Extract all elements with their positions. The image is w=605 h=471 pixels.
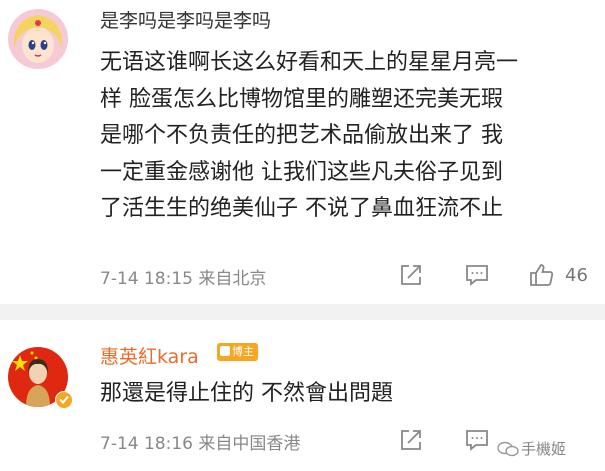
wechat-icon (497, 441, 519, 457)
comment-line: 样 脸蛋怎么比博物馆里的雕塑还完美无瑕 (100, 86, 503, 112)
username[interactable]: 惠英紅kara (100, 342, 199, 369)
comment-text: 那還是得止住的 不然會出問題 (100, 378, 590, 410)
comment-button[interactable] (463, 261, 491, 289)
share-icon (401, 430, 421, 450)
comment-line: 那還是得止住的 不然會出問題 (100, 381, 393, 406)
username[interactable]: 是李吗是李吗是李吗 (100, 6, 271, 33)
verified-icon (55, 391, 73, 409)
share-button[interactable] (397, 426, 425, 454)
comment-icon (466, 430, 488, 451)
watermark: 手機姬 (497, 437, 566, 461)
comment-item: 是李吗是李吗是李吗 无语这谁啊长这么好看和天上的星星月亮一 样 脸蛋怎么比博物馆… (0, 0, 605, 304)
comment-button[interactable] (463, 426, 491, 454)
share-icon (401, 265, 421, 285)
blogger-badge: 博主 (217, 343, 258, 361)
like-count: 46 (565, 265, 588, 286)
comment-meta: 7-14 18:16 来自中国香港 (100, 434, 301, 454)
comment-text: 无语这谁啊长这么好看和天上的星星月亮一 样 脸蛋怎么比博物馆里的雕塑还完美无瑕 … (100, 45, 590, 228)
comment-line: 无语这谁啊长这么好看和天上的星星月亮一 (100, 50, 519, 75)
comment-item: 惠英紅kara 博主 那還是得止住的 不然會出問題 7-14 18:16 来自中… (0, 320, 605, 471)
comment-icon (466, 265, 488, 286)
comment-divider (0, 304, 605, 320)
comment-meta: 7-14 18:15 来自北京 (100, 269, 267, 289)
avatar[interactable] (8, 9, 68, 69)
like-icon (530, 264, 554, 286)
comment-line: 是哪个不负责任的把艺术品偷放出来了 我 (100, 123, 503, 148)
comment-line: 了活生生的绝美仙子 不说了鼻血狂流不止 (100, 196, 503, 221)
like-button[interactable] (527, 261, 555, 289)
share-button[interactable] (397, 261, 425, 289)
comment-line: 一定重金感谢他 让我们这些凡夫俗子见到 (100, 159, 503, 185)
